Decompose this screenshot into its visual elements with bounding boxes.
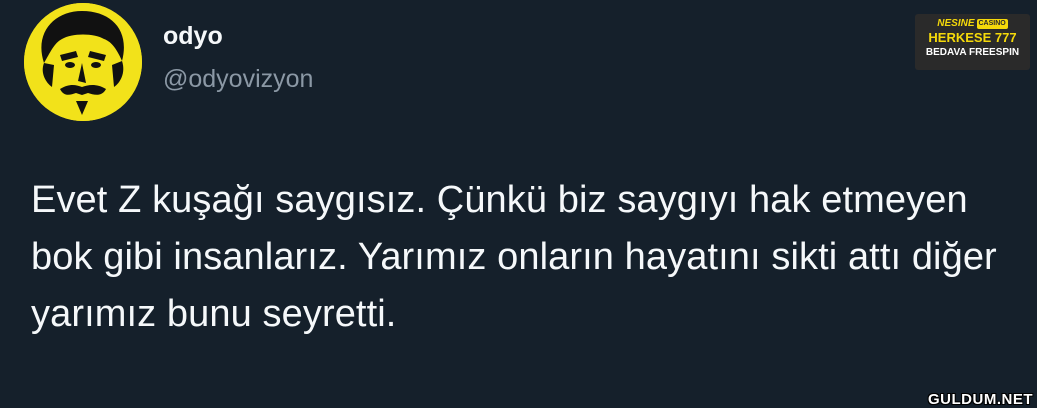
author-display-name[interactable]: odyo [163, 22, 223, 51]
sponsored-banner[interactable]: NESINE CASINO HERKESE 777 BEDAVA FREESPI… [915, 14, 1030, 70]
tweet-text: Evet Z kuşağı saygısız. Çünkü biz saygıy… [31, 179, 997, 335]
ad-subline: BEDAVA FREESPIN [925, 47, 1020, 58]
ad-brand-row: NESINE CASINO [915, 18, 1030, 30]
ad-brand-logo: NESINE [937, 18, 975, 29]
ad-headline: HERKESE 777 [928, 30, 1017, 45]
profile-avatar[interactable] [24, 3, 142, 121]
author-handle[interactable]: @odyovizyon [163, 65, 313, 94]
site-watermark: GULDUM.NET [928, 391, 1033, 408]
ad-brand-badge: CASINO [976, 19, 1008, 29]
avatar-face-icon [24, 3, 142, 121]
